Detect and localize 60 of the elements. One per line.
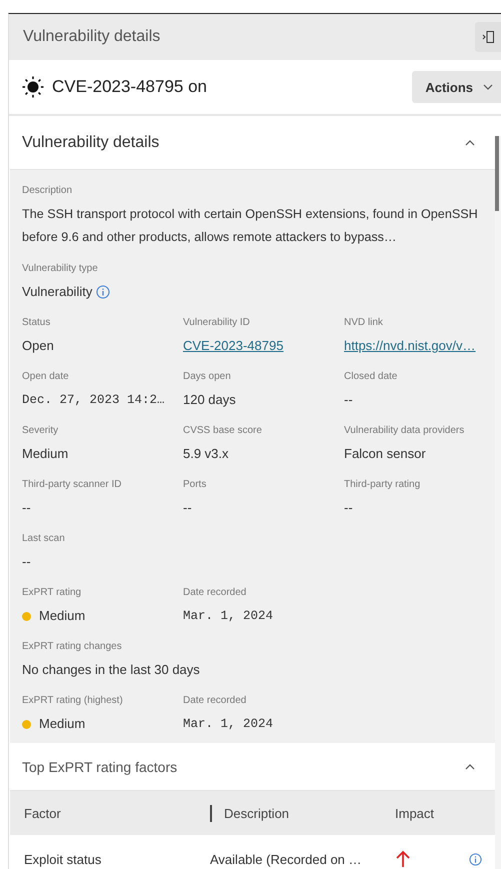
section-title: Top ExPRT rating factors: [22, 758, 178, 774]
field-label: CVSS base score: [183, 424, 263, 437]
field-label: Date recorded: [183, 586, 248, 599]
field-label: Third-party scanner ID: [22, 478, 122, 491]
section-title: Vulnerability details: [22, 134, 160, 152]
value-link[interactable]: https://nvd.nist.gov/v…: [344, 335, 476, 357]
field-label: Last scan: [22, 532, 66, 545]
scrollbar[interactable]: [495, 136, 501, 869]
info-icon[interactable]: [469, 852, 482, 866]
field-value: --: [183, 499, 193, 517]
field-value: 5.9 v3.x: [183, 445, 230, 463]
field-label: Date recorded: [183, 694, 248, 707]
field-value: No changes in the last 30 days: [22, 661, 201, 679]
field-value: --: [344, 391, 354, 409]
field-label: Third-party rating: [344, 478, 422, 491]
field-label: Vulnerability data providers: [344, 424, 466, 437]
chevron-down-icon: [483, 84, 493, 90]
field-label: Severity: [22, 424, 60, 437]
chevron-up-icon: [465, 764, 475, 770]
collapse-panel-icon: [481, 30, 495, 44]
field-label: ExPRT rating changes: [22, 640, 123, 653]
field-value: Medium: [39, 607, 86, 625]
field-value: Vulnerability: [22, 283, 92, 301]
field-label: NVD link: [344, 316, 384, 329]
field-value: Open: [22, 337, 55, 355]
field-value: --: [22, 499, 32, 517]
field-label: ExPRT rating (highest): [22, 694, 124, 707]
column-header: Factor: [24, 804, 62, 822]
field-label: Description: [22, 184, 74, 197]
field-value: Mar. 1, 2024: [183, 608, 274, 625]
chevron-up-icon: [465, 140, 475, 146]
actions-button[interactable]: Actions: [412, 71, 501, 103]
field-value: 120 days: [183, 391, 237, 409]
value-link[interactable]: CVE-2023-48795: [183, 335, 284, 357]
dock-button[interactable]: [475, 22, 501, 52]
description-text: The SSH transport protocol with certain OpenSSH extensions, found in OpenSSH before 9.6 and other products, allows remote attackers to bypass…: [22, 206, 479, 246]
field-label: ExPRT rating: [22, 586, 82, 599]
column-header: Description: [210, 804, 395, 822]
panel-title: Vulnerability details: [23, 28, 160, 46]
field-value: Dec. 27, 2023 14:2…: [22, 392, 166, 409]
field-label: Vulnerability ID: [183, 316, 251, 329]
table-cell-text: Exploit status: [24, 852, 102, 866]
field-label: Vulnerability type: [22, 262, 99, 275]
field-value: Falcon sensor: [344, 445, 427, 463]
field-label: Open date: [22, 370, 70, 383]
field-label: Status: [22, 316, 52, 329]
field-value: --: [22, 553, 32, 571]
field-label: Days open: [183, 370, 232, 383]
field-value: Medium: [39, 715, 86, 733]
info-icon[interactable]: [96, 285, 110, 299]
field-label: Closed date: [344, 370, 398, 383]
vulnerability-title: CVE-2023-48795 on: [52, 77, 208, 97]
field-value: --: [344, 499, 354, 517]
field-label: Ports: [183, 478, 208, 491]
table-cell-text: Available (Recorded on …: [210, 852, 363, 866]
column-header: Impact: [395, 804, 436, 822]
field-value: Mar. 1, 2024: [183, 716, 274, 733]
arrow-up-icon: [396, 850, 410, 868]
field-value: Medium: [22, 445, 70, 463]
sun-icon: [22, 76, 44, 98]
